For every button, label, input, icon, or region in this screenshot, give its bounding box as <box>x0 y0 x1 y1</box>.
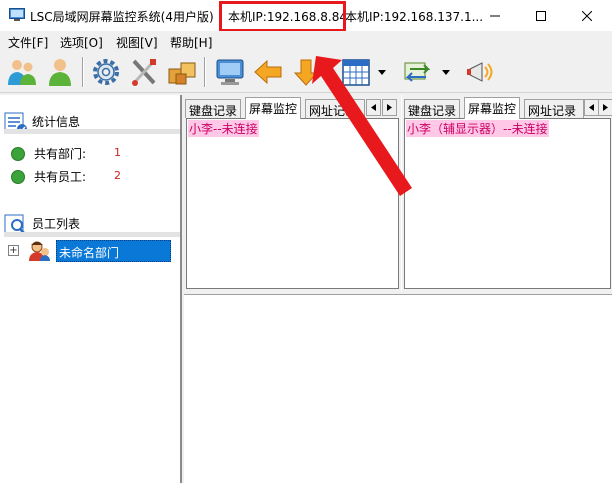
menu-view[interactable]: 视图[V] <box>116 34 158 51</box>
app-icon <box>9 8 25 21</box>
tools-button[interactable] <box>126 55 162 89</box>
download-button[interactable] <box>288 55 324 89</box>
minimize-icon <box>490 15 500 16</box>
ip-highlight-box <box>219 1 346 32</box>
tree-expand-toggle[interactable]: + <box>8 245 19 256</box>
stat-label-employees: 共有员工: <box>34 170 87 184</box>
chevron-right-icon <box>387 104 392 111</box>
tree-item-label: 未命名部门 <box>59 246 120 260</box>
transfer-icon <box>404 62 431 82</box>
chevron-right-icon <box>603 104 608 111</box>
maximize-icon <box>536 10 546 21</box>
tab-scroll-right[interactable] <box>382 99 397 116</box>
menu-file[interactable]: 文件[F] <box>8 34 48 51</box>
left-panel: 统计信息 共有部门: 1 共有员工: 2 员工列表 + 未命名部门 <box>0 95 182 483</box>
maximize-button[interactable] <box>518 0 564 31</box>
calendar-dropdown[interactable] <box>376 63 388 81</box>
monitor-button[interactable] <box>212 55 248 89</box>
local-ip-secondary: 本机IP:192.168.137.1... <box>345 10 484 24</box>
calendar-button[interactable] <box>338 55 374 89</box>
department-icon <box>29 241 50 261</box>
tree-item-department[interactable]: 未命名部门 <box>56 240 171 262</box>
minimize-button[interactable] <box>472 0 518 31</box>
tab-url-log[interactable]: 网址记录 <box>305 99 365 118</box>
boxes-icon <box>168 62 196 85</box>
tab-scroll-left[interactable] <box>584 99 599 116</box>
toolbar <box>0 51 612 93</box>
stat-value-departments: 1 <box>114 146 121 159</box>
menu-bar: 文件[F] 选项[O] 视图[V] 帮助[H] <box>0 31 612 51</box>
tab-keyboard-log[interactable]: 键盘记录 <box>404 99 461 118</box>
title-bar[interactable]: LSC局域网屏幕监控系统(4用户版) 本机IP:192.168.8.84 本机I… <box>0 0 612 32</box>
window-title: LSC局域网屏幕监控系统(4用户版) <box>30 10 214 24</box>
employees-title: 员工列表 <box>32 217 81 231</box>
close-icon <box>582 10 592 21</box>
transfer-button[interactable] <box>400 55 436 89</box>
back-button[interactable] <box>250 55 286 89</box>
screen-pane-2: 键盘记录 屏幕监控 网址记录 小李（辅显示器）--未连接 <box>402 95 612 291</box>
user-icon <box>49 59 71 86</box>
menu-options[interactable]: 选项[O] <box>60 34 103 51</box>
check-icon <box>11 170 25 184</box>
broadcast-button[interactable] <box>462 55 498 89</box>
section-divider <box>4 232 180 237</box>
monitor-area: 键盘记录 屏幕监控 网址记录 小李--未连接 键盘记录 屏幕监控 网址记录 小李… <box>184 95 612 483</box>
chevron-left-icon <box>589 104 594 111</box>
menu-help[interactable]: 帮助[H] <box>170 34 212 51</box>
user-button[interactable] <box>42 55 78 89</box>
add-users-icon <box>8 60 36 85</box>
transfer-dropdown[interactable] <box>440 63 452 81</box>
stats-title: 统计信息 <box>32 115 81 129</box>
add-users-button[interactable] <box>4 55 40 89</box>
dropdown-arrow-icon <box>378 69 386 75</box>
tools-icon <box>132 59 156 86</box>
toolbar-separator <box>204 57 206 87</box>
app-window: LSC局域网屏幕监控系统(4用户版) 本机IP:192.168.8.84 本机I… <box>0 0 612 483</box>
settings-button[interactable] <box>88 55 124 89</box>
arrow-down-icon <box>293 59 319 86</box>
stat-value-employees: 2 <box>114 169 121 182</box>
toolbar-separator <box>82 57 84 87</box>
chevron-left-icon <box>371 104 376 111</box>
tab-screen-monitor[interactable]: 屏幕监控 <box>245 97 302 119</box>
tab-scroll-left[interactable] <box>366 99 381 116</box>
tab-screen-monitor[interactable]: 屏幕监控 <box>464 97 521 119</box>
tab-url-log[interactable]: 网址记录 <box>524 99 584 118</box>
close-button[interactable] <box>564 0 610 31</box>
section-divider <box>4 129 180 134</box>
megaphone-icon <box>467 62 493 82</box>
tab-keyboard-log[interactable]: 键盘记录 <box>185 99 242 118</box>
connection-status: 小李（辅显示器）--未连接 <box>406 120 549 137</box>
screen-pane-1: 键盘记录 屏幕监控 网址记录 小李--未连接 <box>184 95 401 291</box>
connection-status: 小李--未连接 <box>188 120 259 137</box>
settings-gear-icon <box>93 59 119 85</box>
check-icon <box>11 147 25 161</box>
boxes-button[interactable] <box>164 55 200 89</box>
tab-scroll-right[interactable] <box>598 99 612 116</box>
calendar-grid-icon <box>342 59 370 86</box>
screen-view[interactable]: 小李--未连接 <box>186 118 399 289</box>
arrow-left-icon <box>254 59 282 85</box>
stat-label-departments: 共有部门: <box>34 147 87 161</box>
screen-view[interactable]: 小李（辅显示器）--未连接 <box>404 118 611 289</box>
detail-pane <box>184 295 612 483</box>
dropdown-arrow-icon <box>442 69 450 75</box>
monitor-icon <box>216 59 244 85</box>
